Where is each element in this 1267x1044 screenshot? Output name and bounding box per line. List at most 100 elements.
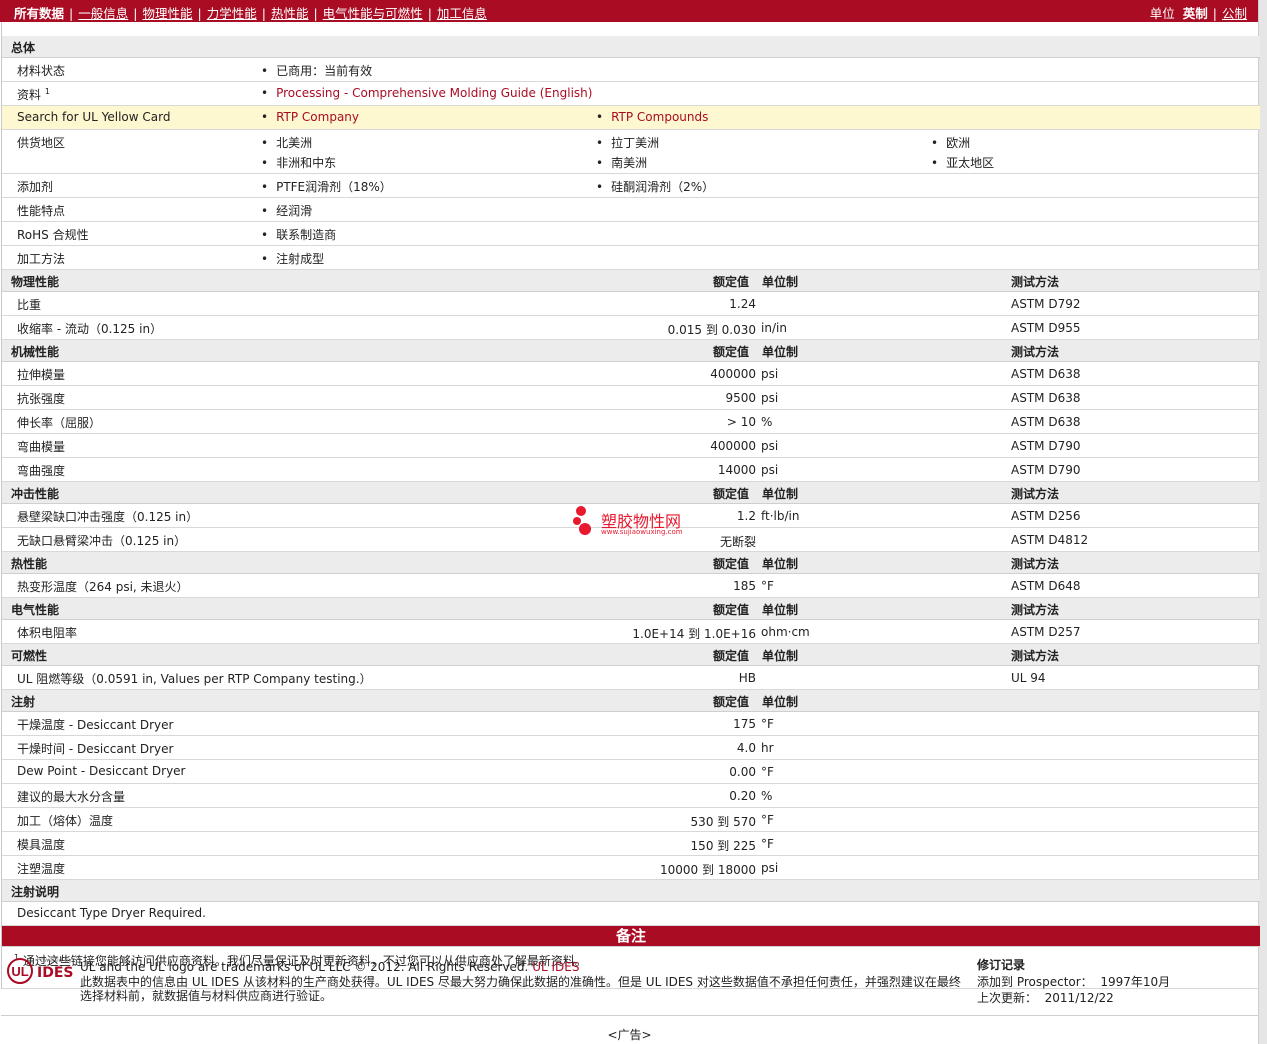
property-row: 体积电阻率 1.0E+14 到 1.0E+16 ohm·cm ASTM D257: [2, 620, 1260, 644]
tab-processing[interactable]: 加工信息: [437, 6, 487, 21]
property-test: ASTM D955: [1011, 321, 1081, 335]
property-value: 150 到 225: [690, 839, 756, 853]
tab-physical[interactable]: 物理性能: [142, 6, 192, 21]
row-injection-note: Desiccant Type Dryer Required.: [2, 902, 1260, 926]
property-sections: 物理性能 额定值 单位制 测试方法 比重 1.24 ASTM D792 收缩率 - 流动（0.…: [2, 270, 1260, 880]
ul-ides-link[interactable]: UL IDES: [532, 960, 579, 974]
property-value: 175: [733, 717, 756, 731]
property-row: 干燥时间 - Desiccant Dryer 4.0 hr: [2, 736, 1260, 760]
property-unit: psi: [761, 861, 779, 875]
unit-metric[interactable]: 公制: [1222, 6, 1247, 21]
property-row: 伸长率（屈服） > 10% ASTM D638: [2, 410, 1260, 434]
property-label: 加工（熔体）温度: [17, 814, 114, 828]
property-test: ASTM D4812: [1011, 533, 1089, 547]
unit-imperial[interactable]: 英制: [1183, 6, 1208, 21]
property-label: 弯曲模量: [17, 440, 66, 454]
property-label: 干燥温度 - Desiccant Dryer: [17, 718, 174, 732]
section-header: 注射 额定值 单位制: [2, 690, 1260, 712]
property-test: ASTM D256: [1011, 509, 1081, 523]
property-row: 热变形温度（264 psi, 未退火） 185 °F ASTM D648: [2, 574, 1260, 598]
property-test: ASTM D790: [1011, 439, 1081, 453]
property-test: ASTM D638: [1011, 367, 1081, 381]
property-label: 抗张强度: [17, 392, 66, 406]
property-label: 模具温度: [17, 838, 66, 852]
property-row: 比重 1.24 ASTM D792: [2, 292, 1260, 316]
revision-history: 修订记录 添加到 Prospector： 1997年10月 上次更新： 2011…: [977, 958, 1171, 1005]
property-value: > 10: [726, 415, 756, 429]
property-row: 拉伸模量 400000 psi ASTM D638: [2, 362, 1260, 386]
property-unit: ft·lb/in: [761, 509, 800, 523]
tab-thermal[interactable]: 热性能: [271, 6, 309, 21]
property-test: ASTM D638: [1011, 415, 1081, 429]
property-label: 建议的最大水分含量: [17, 790, 126, 804]
tab-general-info[interactable]: 一般信息: [78, 6, 128, 21]
property-test: ASTM D257: [1011, 625, 1081, 639]
section-header: 热性能 额定值 单位制 测试方法: [2, 552, 1260, 574]
property-row: 弯曲模量 400000 psi ASTM D790: [2, 434, 1260, 458]
property-value: 14000: [717, 463, 756, 477]
property-label: 干燥时间 - Desiccant Dryer: [17, 742, 174, 756]
top-nav: 所有数据 | 一般信息 | 物理性能 | 力学性能 | 热性能 | 电气性能与可燃性 | 加工信息 单位…: [0, 0, 1259, 22]
ul-link-rtp-company[interactable]: RTP Company: [261, 110, 359, 124]
property-unit: °F: [761, 813, 774, 827]
property-value: 400000: [710, 439, 756, 453]
property-value: HB: [738, 671, 756, 685]
svg-text:UL: UL: [11, 964, 28, 979]
property-label: 伸长率（屈服）: [17, 416, 102, 430]
watermark: 塑胶物性网 www.sujiaowuxing.com: [573, 505, 703, 539]
property-value: 0.20: [729, 789, 756, 803]
property-row: UL 阻燃等级（0.0591 in, Values per RTP Compan…: [2, 666, 1260, 690]
property-unit: psi: [761, 463, 779, 477]
row-rohs: RoHS 合规性 联系制造商: [2, 222, 1260, 246]
section-header: 电气性能 额定值 单位制 测试方法: [2, 598, 1260, 620]
property-row: 注塑温度 10000 到 18000 psi: [2, 856, 1260, 880]
property-value: 9500: [725, 391, 756, 405]
property-unit: in/in: [761, 321, 787, 335]
property-unit: %: [761, 789, 773, 803]
property-test: ASTM D792: [1011, 297, 1081, 311]
property-value: 10000 到 18000: [660, 863, 756, 877]
property-value: 1.24: [729, 297, 756, 311]
ad-label: <广告>: [607, 1028, 652, 1042]
property-label: UL 阻燃等级（0.0591 in, Values per RTP Compan…: [17, 672, 372, 686]
section-header: 物理性能 额定值 单位制 测试方法: [2, 270, 1260, 292]
watermark-logo-icon: [573, 506, 591, 535]
ul-link-rtp-compounds[interactable]: RTP Compounds: [596, 110, 708, 124]
footer-legal: UL and the UL logo are trademarks of UL …: [80, 960, 961, 1003]
nav-tabs: 所有数据 | 一般信息 | 物理性能 | 力学性能 | 热性能 | 电气性能与可燃性 | 加工信息: [14, 6, 487, 21]
tab-mechanical[interactable]: 力学性能: [207, 6, 257, 21]
property-row: 弯曲强度 14000 psi ASTM D790: [2, 458, 1260, 482]
notes-header: 备注: [2, 926, 1260, 946]
property-row: 加工（熔体）温度 530 到 570 °F: [2, 808, 1260, 832]
property-row: 建议的最大水分含量 0.20%: [2, 784, 1260, 808]
property-unit: °F: [761, 765, 774, 779]
row-process-method: 加工方法 注射成型: [2, 246, 1260, 270]
property-unit: %: [761, 415, 773, 429]
property-label: 弯曲强度: [17, 464, 66, 478]
property-label: 悬壁梁缺口冲击强度（0.125 in）: [17, 510, 199, 524]
property-label: 体积电阻率: [17, 626, 78, 640]
property-row: 抗张强度 9500 psi ASTM D638: [2, 386, 1260, 410]
section-general: 总体: [2, 36, 1260, 58]
property-unit: °F: [761, 717, 774, 731]
property-value: 0.015 到 0.030: [667, 323, 756, 337]
tab-electrical[interactable]: 电气性能与可燃性: [323, 6, 423, 21]
property-value: 530 到 570: [690, 815, 756, 829]
property-unit: °F: [761, 837, 774, 851]
property-row: Dew Point - Desiccant Dryer 0.00 °F: [2, 760, 1260, 784]
property-value: 1.0E+14 到 1.0E+16: [632, 627, 756, 641]
property-test: ASTM D790: [1011, 463, 1081, 477]
property-test: UL 94: [1011, 671, 1046, 685]
units-label: 单位: [1149, 6, 1175, 21]
property-label: 注塑温度: [17, 862, 66, 876]
property-value: 0.00: [729, 765, 756, 779]
property-value: 1.2: [736, 509, 756, 523]
tab-all-data[interactable]: 所有数据: [14, 6, 64, 21]
property-unit: ohm·cm: [761, 625, 810, 639]
row-status: 材料状态 已商用：当前有效: [2, 58, 1260, 82]
property-label: 比重: [17, 298, 42, 312]
property-unit: psi: [761, 391, 779, 405]
doc-link[interactable]: Processing - Comprehensive Molding Guide…: [261, 86, 592, 100]
property-unit: °F: [761, 579, 774, 593]
